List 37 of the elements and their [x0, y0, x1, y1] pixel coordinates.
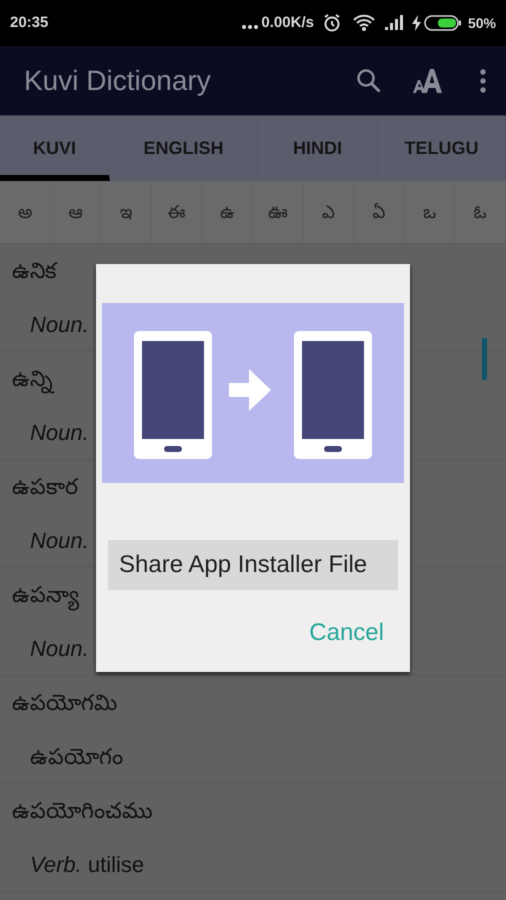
- headword: ఉపకార: [12, 473, 78, 502]
- letter-key[interactable]: ఓ: [455, 181, 506, 243]
- letter-key[interactable]: అ: [0, 181, 51, 243]
- letter-key[interactable]: ఏ: [354, 181, 405, 243]
- letter-key[interactable]: ఆ: [50, 181, 102, 243]
- status-time: 20:35: [10, 12, 48, 33]
- meaning-text: Noun.: [30, 310, 89, 339]
- meaning-text: Noun.: [30, 418, 89, 447]
- cancel-button[interactable]: Cancel: [305, 615, 388, 651]
- headword: ఉపయోగమి: [12, 689, 117, 718]
- wifi-icon: [352, 14, 376, 32]
- charging-icon: [412, 15, 421, 31]
- alarm-clock-icon: [322, 13, 342, 33]
- headword: ఉనిక: [12, 257, 56, 286]
- battery-percent: 50%: [468, 14, 496, 32]
- letter-key[interactable]: ఒ: [404, 181, 456, 243]
- letter-key[interactable]: ఇ: [101, 181, 152, 243]
- headword: ఉన్ని: [12, 365, 53, 396]
- network-speed: 0.00K/s: [261, 12, 314, 33]
- meaning-text: Noun.: [30, 634, 89, 663]
- headword: ఉపన్యా: [12, 578, 79, 612]
- dots-icon: [242, 25, 258, 29]
- app-title: Kuvi Dictionary: [24, 64, 211, 98]
- search-icon[interactable]: [356, 68, 382, 94]
- letter-key[interactable]: ఊ: [252, 181, 304, 243]
- meaning-text: Verb. utilise: [30, 850, 144, 879]
- letter-key[interactable]: ఎ: [304, 181, 354, 243]
- letter-key[interactable]: ఉ: [202, 181, 253, 243]
- meaning-text: Noun.: [30, 526, 89, 555]
- more-options-icon[interactable]: [480, 68, 486, 92]
- letter-key[interactable]: ఈ: [152, 181, 202, 243]
- scrollbar[interactable]: [482, 338, 487, 380]
- meaning-text: ఉపయోగం: [30, 742, 123, 771]
- signal-icon: [384, 14, 404, 32]
- battery-icon: [424, 14, 462, 32]
- headword: ఉపయోగించము: [12, 797, 153, 826]
- share-option[interactable]: Share App Installer File: [108, 540, 398, 590]
